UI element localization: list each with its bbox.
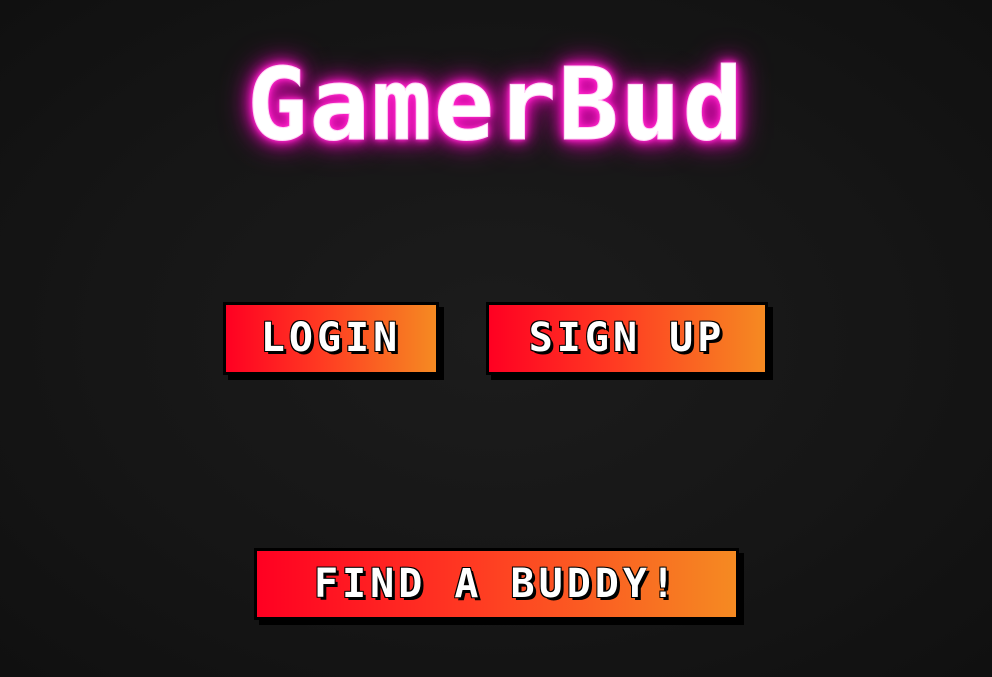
login-button[interactable]: LOGIN <box>223 302 439 375</box>
sign-up-button[interactable]: SIGN UP <box>486 302 768 375</box>
find-a-buddy-button[interactable]: FIND A BUDDY! <box>254 548 739 620</box>
app-title: GamerBud <box>247 46 745 163</box>
